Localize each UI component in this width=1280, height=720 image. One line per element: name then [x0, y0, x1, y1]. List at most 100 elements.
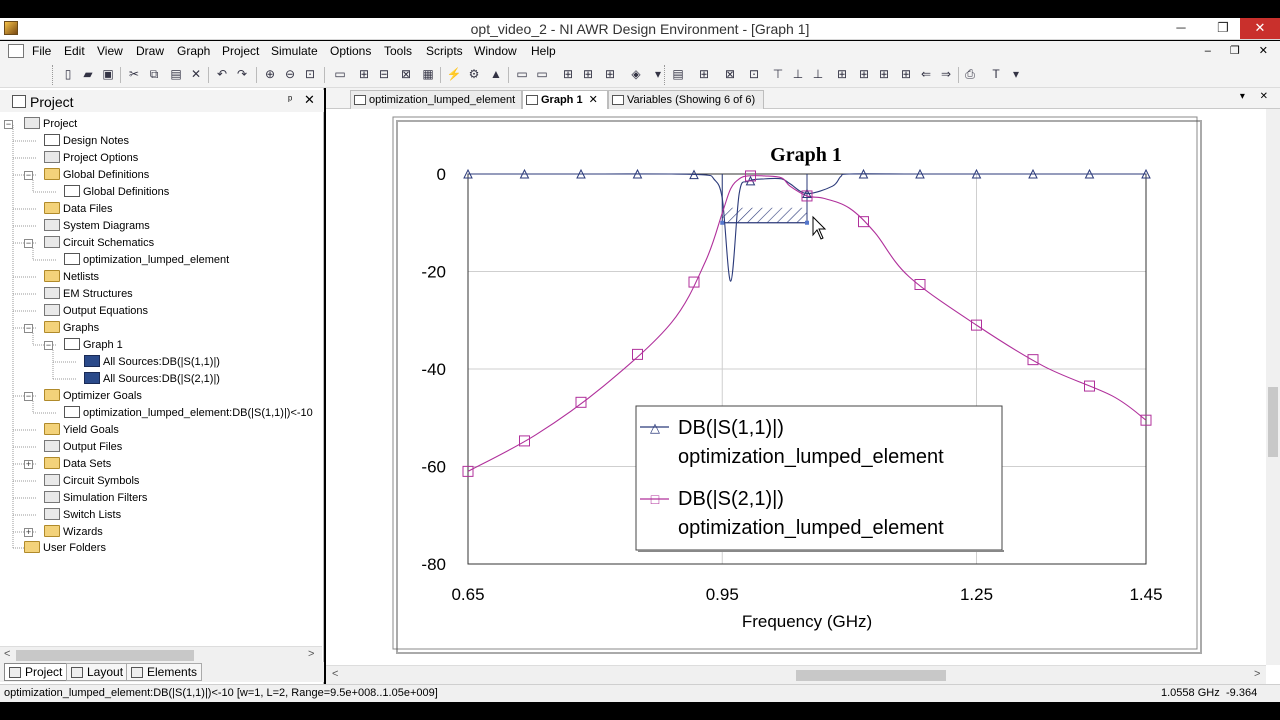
scroll-right-icon[interactable]: > [308, 648, 314, 660]
zoom-out-icon[interactable]: ⊖ [282, 66, 298, 82]
new-icon[interactable]: ▯ [60, 66, 76, 82]
text-icon[interactable]: T [988, 66, 1004, 82]
tree-item-output-files[interactable]: Output Files [44, 439, 122, 456]
tree-item-global-definitions[interactable]: − Global Definitions [24, 167, 149, 184]
print-icon[interactable]: ⎙ [962, 66, 978, 82]
tree-item-schematic[interactable]: optimization_lumped_element [64, 252, 229, 269]
scroll-left-icon[interactable]: < [4, 648, 10, 660]
paste-icon[interactable]: ▤ [168, 66, 184, 82]
optimize-icon[interactable]: ▲ [488, 66, 504, 82]
tree-item-circuit-schematics[interactable]: − Circuit Schematics [24, 235, 154, 252]
delta-marker-icon[interactable]: ⊞ [876, 66, 892, 82]
tree-item-project-options[interactable]: Project Options [44, 150, 138, 167]
chart-legend[interactable]: △ DB(|S(1,1)|) optimization_lumped_eleme… [635, 405, 1004, 552]
menu-options[interactable]: Options [330, 44, 371, 58]
tree-item-system-diagrams[interactable]: System Diagrams [44, 218, 150, 235]
max-marker-icon[interactable]: ⊞ [834, 66, 850, 82]
tab-elements[interactable]: Elements [126, 663, 203, 681]
add-marker-icon[interactable]: ⊠ [722, 66, 738, 82]
collapse-icon[interactable]: − [24, 392, 33, 401]
add-measurement-icon[interactable]: ⊞ [696, 66, 712, 82]
graph-vertical-scrollbar[interactable] [1266, 109, 1280, 665]
tree-item-yield-goals[interactable]: Yield Goals [44, 422, 119, 439]
scroll-thumb[interactable] [16, 650, 194, 661]
tree-item-data-files[interactable]: Data Files [44, 201, 113, 218]
tab-layout[interactable]: Layout [66, 663, 129, 681]
tree-item-user-folders[interactable]: User Folders [24, 540, 106, 557]
tree-item-measurement-s21[interactable]: All Sources:DB(|S(2,1)|) [84, 371, 220, 388]
menu-file[interactable]: File [32, 44, 51, 58]
toolbar-overflow-icon[interactable]: ▾ [1008, 66, 1024, 82]
graph-view[interactable]: Graph 1 0 -20 -40 -60 -80 0.65 0.95 1.25 1.45 F… [326, 109, 1266, 665]
toolbar-grip[interactable] [52, 65, 56, 85]
menu-scripts[interactable]: Scripts [426, 44, 463, 58]
menu-draw[interactable]: Draw [136, 44, 164, 58]
menu-tools[interactable]: Tools [384, 44, 412, 58]
vertical-line-icon[interactable]: ⊤ [770, 66, 786, 82]
zoom-in-icon[interactable]: ⊕ [262, 66, 278, 82]
tab-schematic[interactable]: optimization_lumped_element [350, 90, 522, 109]
add-schematic-icon[interactable]: ⊞ [356, 66, 372, 82]
minimize-button[interactable]: ─ [1164, 18, 1198, 39]
delete-icon[interactable]: ✕ [188, 66, 204, 82]
left-arrow-icon[interactable]: ⇐ [918, 66, 934, 82]
tree-item-project[interactable]: − Project [4, 116, 77, 133]
tree-item-circuit-symbols[interactable]: Circuit Symbols [44, 473, 139, 490]
collapse-icon[interactable]: − [4, 120, 13, 129]
tree-item-design-notes[interactable]: Design Notes [44, 133, 129, 150]
expand-icon[interactable]: + [24, 528, 33, 537]
project-horizontal-scrollbar[interactable]: < > [0, 646, 322, 663]
tree-item-measurement-s11[interactable]: All Sources:DB(|S(1,1)|) [84, 354, 220, 371]
cut-icon[interactable]: ✂ [126, 66, 142, 82]
3d-view-icon[interactable]: ⊞ [602, 66, 618, 82]
menu-view[interactable]: View [97, 44, 123, 58]
expand-icon[interactable]: + [24, 460, 33, 469]
horizontal-line-icon[interactable]: ⊥ [790, 66, 806, 82]
menu-graph[interactable]: Graph [177, 44, 210, 58]
tree-item-data-sets[interactable]: + Data Sets [24, 456, 111, 473]
panel-close-button[interactable]: ✕ [304, 92, 315, 108]
menu-edit[interactable]: Edit [64, 44, 85, 58]
layout-icon[interactable]: ⊞ [560, 66, 576, 82]
zoom-fit-icon[interactable]: ⊡ [302, 66, 318, 82]
add-graph-icon[interactable]: ▭ [332, 66, 348, 82]
close-tab-icon[interactable]: ✕ [589, 94, 598, 106]
scroll-left-icon[interactable]: < [332, 668, 338, 680]
save-icon[interactable]: ▣ [100, 66, 116, 82]
tree-item-em-structures[interactable]: EM Structures [44, 286, 133, 303]
graph-horizontal-scrollbar[interactable]: < > [326, 665, 1266, 684]
add-em-icon[interactable]: ⊠ [398, 66, 414, 82]
ref-marker-icon[interactable]: ⊞ [898, 66, 914, 82]
open-icon[interactable]: ▰ [80, 66, 96, 82]
collapse-icon[interactable]: − [44, 341, 53, 350]
tree-item-simulation-filters[interactable]: Simulation Filters [44, 490, 147, 507]
tab-variables[interactable]: Variables (Showing 6 of 6) [608, 90, 764, 109]
variables-icon[interactable]: ▭ [514, 66, 530, 82]
mdi-window-buttons[interactable]: – ❐ ✕ [1205, 44, 1276, 57]
collapse-icon[interactable]: − [24, 324, 33, 333]
menu-window[interactable]: Window [474, 44, 517, 58]
tree-item-global-definitions-doc[interactable]: Global Definitions [64, 184, 169, 201]
right-arrow-icon[interactable]: ⇒ [938, 66, 954, 82]
collapse-icon[interactable]: − [24, 171, 33, 180]
graph-chart[interactable]: Graph 1 0 -20 -40 -60 -80 0.65 0.95 1.25 1.45 F… [326, 109, 1266, 665]
tab-project[interactable]: Project [4, 663, 68, 681]
tree-item-optimizer-goals[interactable]: − Optimizer Goals [24, 388, 142, 405]
menu-help[interactable]: Help [531, 44, 556, 58]
toolbar-grip[interactable] [664, 65, 668, 85]
tune-icon[interactable]: ⚙ [466, 66, 482, 82]
collapse-icon[interactable]: − [24, 239, 33, 248]
line-marker-icon[interactable]: ⊥ [810, 66, 826, 82]
layout-view-icon[interactable]: ⊞ [580, 66, 596, 82]
redo-icon[interactable]: ↷ [234, 66, 250, 82]
close-button[interactable]: ✕ [1240, 18, 1280, 39]
undo-icon[interactable]: ↶ [214, 66, 230, 82]
add-system-icon[interactable]: ⊟ [376, 66, 392, 82]
tab-graph-1[interactable]: Graph 1 ✕ [522, 90, 608, 109]
scripts-icon[interactable]: ◈ [628, 66, 644, 82]
element-icon[interactable]: ▭ [534, 66, 550, 82]
menu-simulate[interactable]: Simulate [271, 44, 318, 58]
tree-item-switch-lists[interactable]: Switch Lists [44, 507, 121, 524]
scroll-thumb[interactable] [796, 670, 946, 681]
tree-item-goal[interactable]: optimization_lumped_element:DB(|S(1,1)|)… [64, 405, 313, 422]
